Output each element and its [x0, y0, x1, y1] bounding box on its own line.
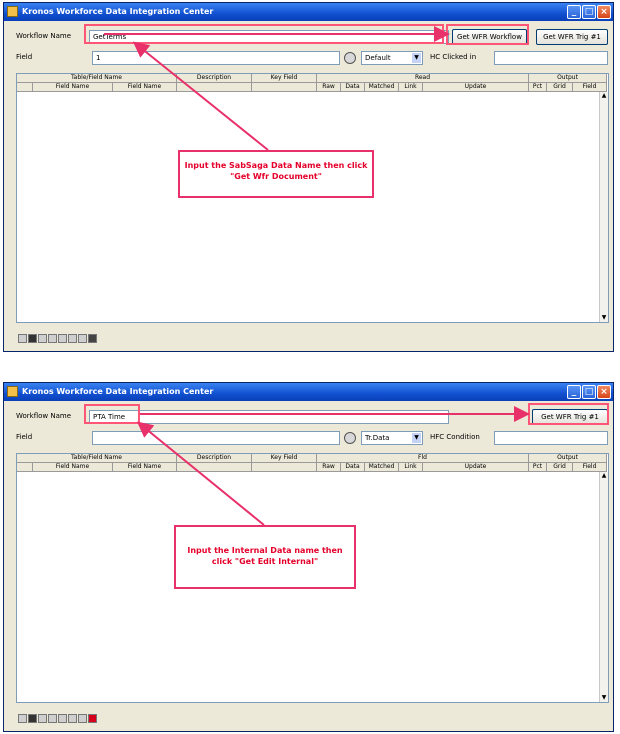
arrow-to-input [132, 41, 269, 151]
annotation-arrows [104, 26, 530, 526]
arrow-to-input [136, 421, 265, 526]
